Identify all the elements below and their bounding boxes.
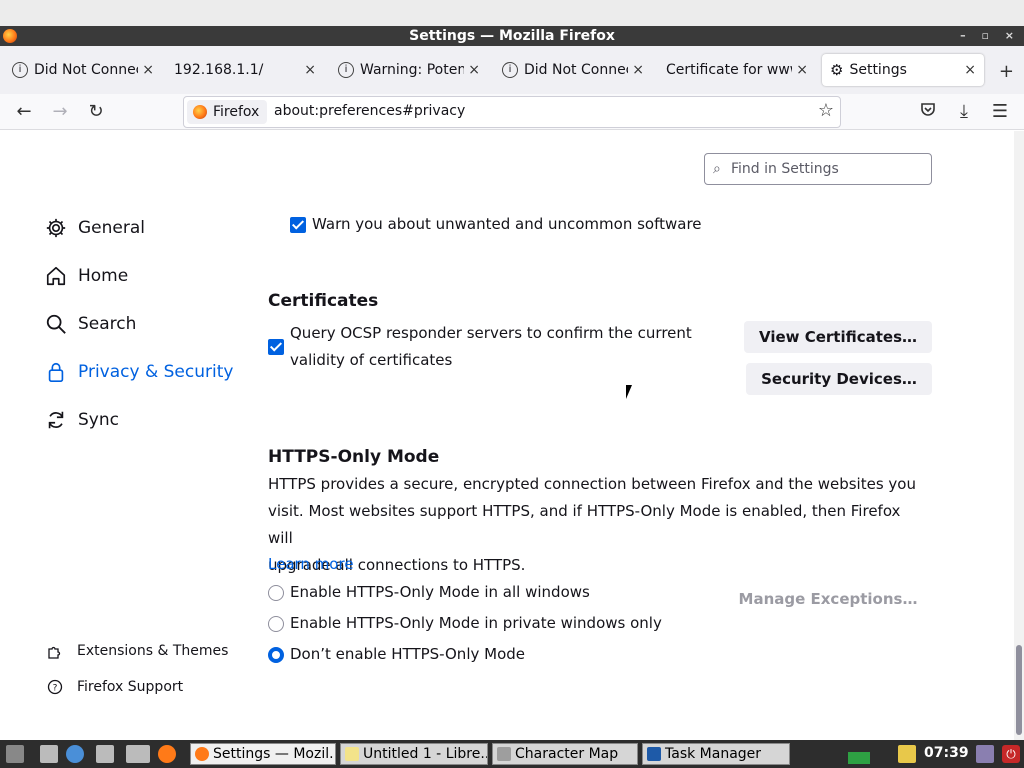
gear-icon: ⚙ — [830, 61, 844, 79]
sidebar-item-label: Search — [78, 314, 137, 334]
sidebar-item-general[interactable]: General — [44, 213, 145, 243]
clock[interactable]: 07:39 — [924, 745, 969, 761]
radio-https-disabled[interactable] — [268, 647, 284, 663]
sidebar-item-search[interactable]: Search — [44, 309, 136, 339]
sync-icon — [44, 408, 68, 432]
user-icon[interactable] — [976, 745, 994, 763]
task-character-map[interactable]: Character Map — [492, 743, 638, 765]
firefox-icon — [3, 29, 17, 43]
info-icon: i — [502, 62, 518, 78]
manage-exceptions-button[interactable]: Manage Exceptions… — [728, 583, 928, 615]
window-title: Settings — Mozilla Firefox — [409, 28, 615, 44]
task-task-manager[interactable]: Task Manager — [642, 743, 790, 765]
task-manager-icon — [647, 747, 661, 761]
sidebar-item-home[interactable]: Home — [44, 261, 128, 291]
close-icon[interactable]: × — [142, 62, 154, 78]
ocsp-label-line2: validity of certificates — [290, 351, 453, 369]
radio-label-disabled: Don’t enable HTTPS-Only Mode — [290, 645, 525, 663]
firefox-launcher-icon[interactable] — [158, 745, 176, 763]
url-bar[interactable]: Firefox about:preferences#privacy ☆ — [183, 96, 841, 128]
back-arrow-icon[interactable]: ← — [12, 100, 36, 124]
workspace-icon[interactable] — [126, 745, 150, 763]
learn-more-link[interactable]: Learn more — [268, 555, 354, 573]
taskbar: Settings — Mozil... Untitled 1 - Libre..… — [0, 740, 1024, 768]
tab-certificate[interactable]: Certificate for www × — [658, 54, 816, 86]
https-only-heading: HTTPS-Only Mode — [268, 447, 440, 467]
scrollbar-thumb[interactable] — [1016, 645, 1022, 735]
https-only-description: HTTPS provides a secure, encrypted conne… — [268, 475, 916, 574]
sidebar-item-label: Privacy & Security — [78, 362, 234, 382]
view-certificates-button[interactable]: View Certificates… — [744, 321, 932, 353]
warn-software-checkbox[interactable] — [290, 217, 306, 233]
firefox-logo-icon — [193, 105, 207, 119]
puzzle-icon — [46, 642, 64, 660]
menu-hamburger-icon[interactable]: ☰ — [988, 100, 1012, 124]
start-menu-icon[interactable] — [6, 745, 24, 763]
tab-strip: i Did Not Connect × 192.168.1.1/ × i War… — [0, 46, 1024, 94]
lock-icon — [44, 360, 68, 384]
document-icon — [345, 747, 359, 761]
search-icon — [44, 312, 68, 336]
tab-settings[interactable]: ⚙ Settings × — [822, 54, 984, 86]
tab-did-not-connect-2[interactable]: i Did Not Connect × — [494, 54, 652, 86]
radio-https-all-windows[interactable] — [268, 585, 284, 601]
close-icon[interactable]: × — [964, 62, 976, 78]
tab-did-not-connect-1[interactable]: i Did Not Connect × — [4, 54, 162, 86]
certificates-heading: Certificates — [268, 291, 379, 311]
task-firefox[interactable]: Settings — Mozil... — [190, 743, 336, 765]
identity-box[interactable]: Firefox — [187, 100, 268, 124]
clipboard-icon[interactable] — [898, 745, 916, 763]
ocsp-checkbox[interactable] — [268, 339, 284, 355]
close-icon[interactable]: × — [632, 62, 644, 78]
cpu-graph-icon — [848, 744, 870, 764]
tab-router[interactable]: 192.168.1.1/ × — [166, 54, 324, 86]
task-libreoffice[interactable]: Untitled 1 - Libre... — [340, 743, 488, 765]
sidebar-link-extensions-themes[interactable]: Extensions & Themes — [46, 640, 228, 662]
bookmark-star-icon[interactable]: ☆ — [818, 100, 834, 121]
warn-software-label: Warn you about unwanted and uncommon sof… — [312, 215, 702, 233]
character-map-icon — [497, 747, 511, 761]
search-icon: ⌕ — [713, 161, 721, 177]
close-icon[interactable]: × — [468, 62, 480, 78]
sidebar-item-sync[interactable]: Sync — [44, 405, 119, 435]
pocket-icon[interactable] — [916, 100, 940, 124]
show-desktop-icon[interactable] — [40, 745, 58, 763]
settings-page: ⌕ Find in Settings General Home Search P… — [0, 131, 1014, 740]
info-icon: i — [338, 62, 354, 78]
window-controls[interactable]: – ▫ × — [960, 26, 1020, 46]
browser-launcher-icon[interactable] — [66, 745, 84, 763]
sidebar-item-label: General — [78, 218, 145, 238]
svg-text:?: ? — [53, 684, 58, 694]
desktop-top-strip — [0, 0, 1024, 26]
sidebar-item-label: Sync — [78, 410, 119, 430]
info-icon: i — [12, 62, 28, 78]
radio-label-private-only: Enable HTTPS-Only Mode in private window… — [290, 614, 662, 632]
home-icon — [44, 264, 68, 288]
radio-label-all-windows: Enable HTTPS-Only Mode in all windows — [290, 583, 590, 601]
tab-warning[interactable]: i Warning: Potential × — [330, 54, 488, 86]
radio-https-private-only[interactable] — [268, 616, 284, 632]
window-title-bar: Settings — Mozilla Firefox – ▫ × — [0, 26, 1024, 46]
sidebar-item-privacy-security[interactable]: Privacy & Security — [44, 357, 233, 387]
ocsp-label-line1: Query OCSP responder servers to confirm … — [290, 324, 692, 342]
url-text[interactable]: about:preferences#privacy — [274, 103, 465, 119]
find-in-settings-input[interactable]: ⌕ Find in Settings — [704, 153, 932, 185]
downloads-icon[interactable]: ⤓ — [952, 100, 976, 124]
file-manager-icon[interactable] — [96, 745, 114, 763]
sidebar-link-firefox-support[interactable]: ? Firefox Support — [46, 676, 183, 698]
nav-toolbar: ← → ↻ Firefox about:preferences#privacy … — [0, 94, 1024, 130]
mouse-cursor — [626, 385, 638, 399]
reload-icon[interactable]: ↻ — [84, 100, 108, 124]
help-icon: ? — [46, 678, 64, 696]
forward-arrow-icon[interactable]: → — [48, 100, 72, 124]
new-tab-icon[interactable]: + — [999, 61, 1014, 82]
close-icon[interactable]: × — [796, 62, 808, 78]
gear-icon — [44, 216, 68, 240]
close-icon[interactable]: × — [304, 62, 316, 78]
security-devices-button[interactable]: Security Devices… — [746, 363, 932, 395]
sidebar-item-label: Home — [78, 266, 129, 286]
firefox-icon — [195, 747, 209, 761]
power-icon[interactable]: ⏻ — [1002, 745, 1020, 763]
